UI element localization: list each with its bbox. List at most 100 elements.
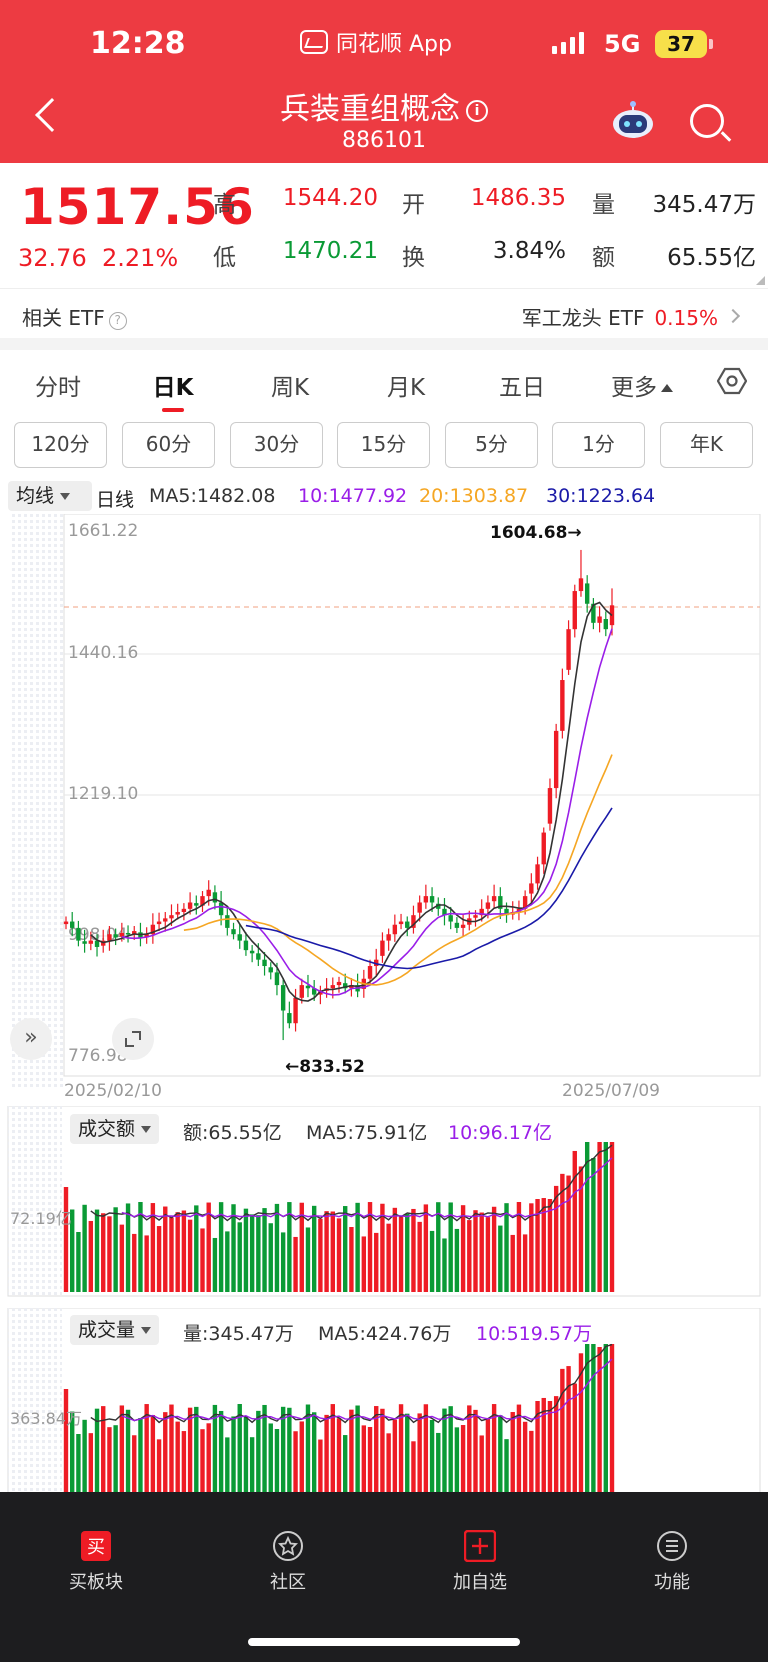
volume-bar xyxy=(225,1437,230,1494)
candle-body xyxy=(280,985,286,1011)
tab-more[interactable]: 更多 xyxy=(602,368,682,402)
volume-bar xyxy=(417,1221,422,1292)
expand-sidebar-icon[interactable]: » xyxy=(10,1018,52,1060)
status-app-indicator[interactable]: 同花顺 App xyxy=(300,26,452,58)
fullscreen-icon[interactable] xyxy=(112,1018,154,1060)
volume-bar xyxy=(101,1213,106,1292)
candle-body xyxy=(578,578,584,592)
volume-bar xyxy=(429,1230,435,1292)
nav-community[interactable]: 社区 xyxy=(228,1530,348,1594)
amount-current: 额:65.55亿 xyxy=(183,1122,282,1144)
tab-intraday[interactable]: 分时 xyxy=(30,368,86,402)
volume-bar xyxy=(392,1419,398,1494)
settings-hexagon-icon[interactable] xyxy=(717,366,747,396)
volume-bar xyxy=(498,1415,503,1494)
network-type: 5G xyxy=(604,30,641,58)
candle-body xyxy=(268,967,273,973)
volume-bar xyxy=(82,1204,87,1292)
tab-daily-k[interactable]: 日K xyxy=(145,368,201,402)
community-star-icon xyxy=(273,1531,303,1561)
ma10-line xyxy=(121,628,613,996)
period-year-k[interactable]: 年K xyxy=(660,422,753,468)
volume-selector[interactable]: 成交量 xyxy=(70,1315,160,1345)
volume-bar xyxy=(361,1236,367,1292)
volume-bar xyxy=(454,1228,460,1292)
volume-bar xyxy=(485,1217,491,1292)
nav-buy-sector[interactable]: 买 买板块 xyxy=(36,1530,156,1594)
candle-body xyxy=(454,922,460,928)
candle-body xyxy=(63,921,69,925)
volume-bar xyxy=(529,1430,534,1494)
volume-bar xyxy=(454,1427,460,1494)
amount-left-pad xyxy=(8,1106,62,1296)
volume-bar xyxy=(194,1205,199,1292)
period-1m[interactable]: 1分 xyxy=(552,422,645,468)
y-tick-label: 1661.22 xyxy=(68,521,138,541)
ma10-value: 10:1477.92 xyxy=(298,485,408,507)
svg-text:买: 买 xyxy=(87,1537,105,1558)
expand-corner-icon[interactable] xyxy=(756,276,765,285)
volume-bar xyxy=(249,1214,255,1292)
period-5m[interactable]: 5分 xyxy=(445,422,538,468)
candle-body xyxy=(330,985,335,989)
candle-body xyxy=(225,915,230,928)
nav-add-label: 加自选 xyxy=(453,1572,507,1593)
volume-bar xyxy=(498,1225,503,1292)
app-logo-icon xyxy=(300,30,328,54)
candle-body xyxy=(175,912,180,915)
candle-body xyxy=(392,924,398,935)
x-end-date: 2025/07/09 xyxy=(562,1081,660,1101)
ma-legend: 均线 日线 MA5:1482.08 10:1477.92 20:1303.87 … xyxy=(6,481,766,513)
status-time: 12:28 xyxy=(90,26,186,61)
etf-link[interactable]: 军工龙头 ETF 0.15% xyxy=(522,302,718,331)
volume-bar xyxy=(318,1439,323,1494)
related-etf-row[interactable]: 相关 ETF? 军工龙头 ETF 0.15% xyxy=(0,288,768,338)
caret-down-icon xyxy=(141,1327,152,1334)
volume-bar xyxy=(268,1223,273,1292)
tab-five-day[interactable]: 五日 xyxy=(494,368,550,402)
volume-bar xyxy=(175,1212,180,1292)
volume-bar xyxy=(175,1421,180,1494)
question-icon[interactable]: ? xyxy=(108,312,127,330)
volume-bar xyxy=(206,1423,211,1494)
candle-body xyxy=(367,966,373,979)
search-icon[interactable] xyxy=(690,104,724,138)
nav-functions[interactable]: 功能 xyxy=(612,1530,732,1594)
status-app-name: 同花顺 App xyxy=(336,32,452,57)
volume-bar xyxy=(237,1222,242,1292)
volume-bar xyxy=(76,1232,81,1292)
period-120m[interactable]: 120分 xyxy=(14,422,107,468)
candle-body xyxy=(293,997,298,1024)
info-icon[interactable]: i xyxy=(466,100,488,122)
x-start-date: 2025/02/10 xyxy=(64,1081,162,1101)
open-value: 1486.35 xyxy=(470,185,566,211)
period-60m[interactable]: 60分 xyxy=(122,422,215,468)
volume-bar xyxy=(522,1234,528,1292)
period-30m[interactable]: 30分 xyxy=(230,422,323,468)
candle-body xyxy=(535,864,540,884)
volume-bar xyxy=(591,1344,596,1494)
volume-bar xyxy=(305,1227,311,1292)
volume-bar xyxy=(293,1431,298,1494)
volume-ma5: MA5:424.76万 xyxy=(318,1323,452,1345)
active-tab-indicator xyxy=(162,408,184,412)
indicator-selector[interactable]: 均线 xyxy=(8,481,92,511)
robot-assistant-icon[interactable] xyxy=(610,100,656,140)
candle-body xyxy=(386,934,391,941)
candlestick-chart[interactable]: 1661.22 1440.16 1219.10 998.04 776.98 16… xyxy=(0,514,768,1104)
nav-add-watchlist[interactable]: 加自选 xyxy=(420,1530,540,1594)
volume-bar xyxy=(206,1202,211,1292)
volume-bar xyxy=(547,1199,553,1292)
volume-bar xyxy=(473,1409,478,1494)
amount-value: 65.55亿 xyxy=(667,245,756,271)
period-15m[interactable]: 15分 xyxy=(337,422,430,468)
tab-monthly-k[interactable]: 月K xyxy=(378,368,434,402)
candle-body xyxy=(448,915,453,922)
volume-bar xyxy=(510,1234,515,1292)
candle-body xyxy=(572,591,577,630)
amount-selector[interactable]: 成交额 xyxy=(70,1114,160,1144)
volume-bar xyxy=(380,1408,385,1494)
candle-body xyxy=(417,902,422,913)
volume-bar xyxy=(274,1429,280,1494)
tab-weekly-k[interactable]: 周K xyxy=(262,368,318,402)
